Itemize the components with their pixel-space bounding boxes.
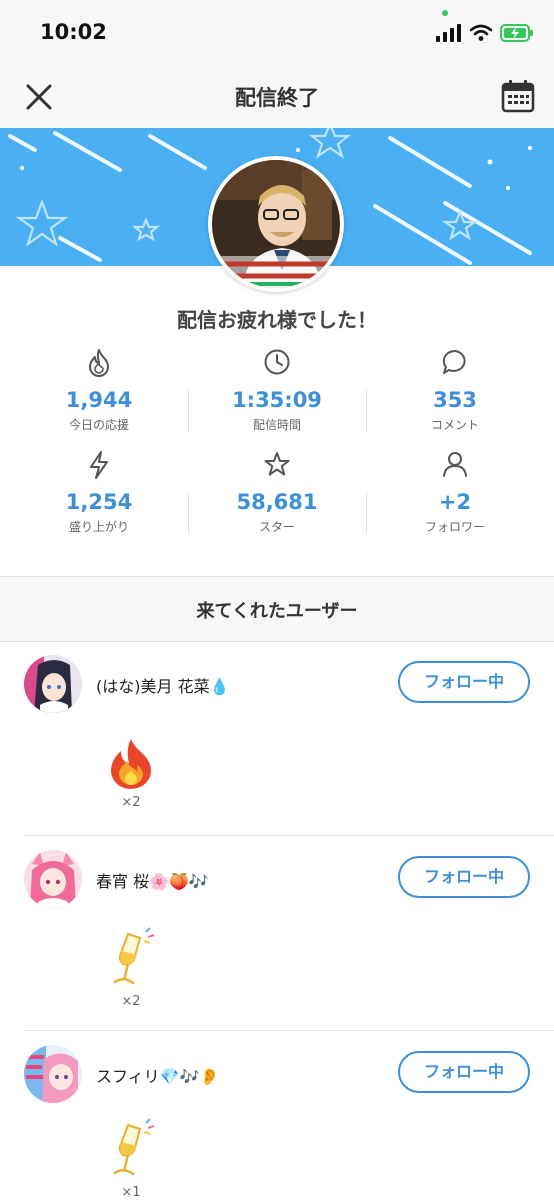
signal-icon — [436, 24, 461, 42]
stat-comments: 353 コメント — [366, 348, 544, 433]
champagne-gift-icon — [113, 1118, 155, 1176]
status-time: 10:02 — [40, 20, 107, 44]
gift-count: ×2 — [121, 994, 141, 1009]
user-avatar-image — [24, 1045, 82, 1103]
stat-label: コメント — [430, 418, 479, 432]
section-title: 来てくれたユーザー — [196, 601, 358, 622]
wifi-icon — [470, 24, 492, 41]
stat-label: フォロワー — [424, 520, 485, 534]
stat-label: 盛り上がり — [68, 520, 129, 534]
avatar[interactable] — [24, 1045, 82, 1103]
champagne-gift-icon — [113, 927, 155, 985]
user-name: スフィリ💎🎶👂 — [96, 1067, 220, 1086]
fire-gift-icon — [111, 739, 151, 789]
broadcaster-avatar — [208, 156, 344, 292]
person-icon — [443, 452, 467, 477]
user-avatar-image — [24, 850, 82, 908]
visitors-section-header: 来てくれたユーザー — [0, 576, 554, 642]
page-title: 配信終了 — [235, 86, 319, 110]
list-item: スフィリ💎🎶👂 フォロー中 ×1 — [0, 1031, 554, 1200]
calendar-button[interactable] — [500, 78, 536, 114]
stat-label: 配信時間 — [252, 418, 301, 432]
completion-message: 配信お疲れ様でした！ — [177, 308, 377, 332]
nav-bar: 配信終了 — [0, 62, 554, 128]
gift-item: ×2 — [106, 737, 156, 810]
stat-excitement: 1,254 盛り上がり — [10, 450, 188, 535]
avatar[interactable] — [24, 850, 82, 908]
stat-label: 今日の応援 — [68, 418, 129, 432]
stat-value: 1,944 — [65, 388, 133, 412]
stat-cheers: 1,944 今日の応援 — [10, 348, 188, 433]
stat-value: 1,254 — [65, 490, 133, 514]
follow-button[interactable]: フォロー中 — [398, 661, 530, 703]
stat-value: 58,681 — [236, 490, 318, 514]
follow-button[interactable]: フォロー中 — [398, 856, 530, 898]
battery-charging-icon — [500, 24, 533, 42]
calendar-icon — [501, 80, 535, 113]
privacy-indicator-dot — [442, 10, 448, 16]
gift-item: ×2 — [106, 926, 156, 1009]
user-name: 春宵 桜🌸🍑🎶 — [96, 872, 209, 891]
gift-count: ×1 — [121, 1185, 141, 1200]
stat-value: 1:35:09 — [232, 388, 322, 412]
gift-item: ×1 — [106, 1117, 156, 1200]
stat-value: 353 — [433, 388, 477, 412]
user-avatar-image — [24, 655, 82, 713]
comment-icon — [442, 349, 466, 374]
stat-stars: 58,681 スター — [188, 450, 366, 535]
clock-icon — [264, 349, 290, 375]
gift-count: ×2 — [121, 795, 141, 810]
broadcaster-avatar-image — [212, 160, 340, 288]
avatar[interactable] — [24, 655, 82, 713]
list-item: (はな)美月 花菜💧 フォロー中 ×2 — [0, 641, 554, 835]
lightning-icon — [90, 451, 108, 479]
list-item: 春宵 桜🌸🍑🎶 フォロー中 ×2 — [0, 836, 554, 1030]
user-name: (はな)美月 花菜💧 — [96, 677, 230, 696]
stat-duration: 1:35:09 配信時間 — [188, 348, 366, 433]
stat-label: スター — [258, 520, 295, 534]
stat-value: +2 — [438, 490, 472, 514]
star-icon — [264, 452, 290, 476]
stat-followers: +2 フォロワー — [366, 450, 544, 535]
status-bar: 10:02 — [0, 0, 554, 62]
flame-icon — [89, 349, 109, 377]
follow-button[interactable]: フォロー中 — [398, 1051, 530, 1093]
